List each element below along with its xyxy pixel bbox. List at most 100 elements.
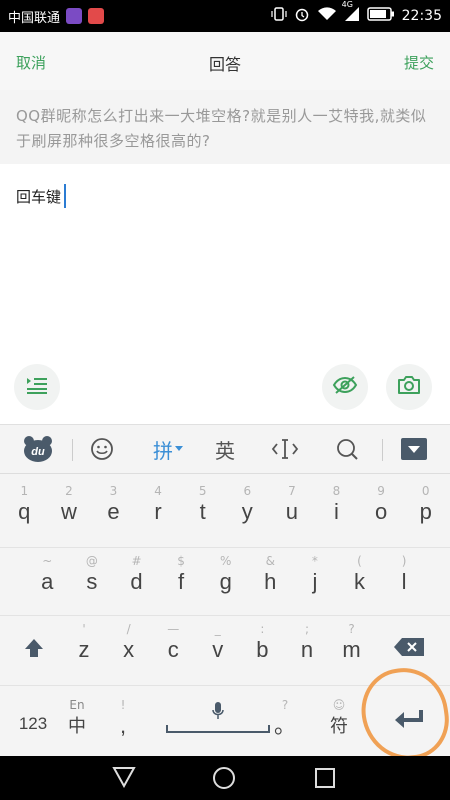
key-x[interactable]: / x (107, 621, 151, 663)
key-label: t (199, 499, 206, 524)
comma-label: , (119, 713, 127, 738)
key-i[interactable]: 8i (314, 483, 359, 525)
key-hint: ? (348, 622, 355, 636)
alarm-icon (294, 6, 310, 26)
key-w[interactable]: 2w (47, 483, 92, 525)
search-icon[interactable] (330, 425, 364, 473)
cursor-move-icon[interactable] (268, 425, 302, 473)
app-notification-icon (88, 8, 105, 24)
key-hint: / (126, 622, 131, 636)
english-mode-button[interactable]: 英 (208, 425, 242, 473)
key-h[interactable]: & h (248, 553, 293, 595)
keyboard-toolbar: du 拼 英 (0, 425, 450, 474)
key-label: z (78, 637, 90, 662)
key-y[interactable]: 6y (225, 483, 270, 525)
key-s[interactable]: @ s (70, 553, 115, 595)
key-label: k (353, 569, 365, 594)
battery-icon (366, 7, 395, 25)
key-m[interactable]: ? m (330, 621, 374, 663)
key-c[interactable]: — c (151, 621, 195, 663)
key-g[interactable]: % g (203, 553, 248, 595)
clock: 22:35 (401, 8, 442, 24)
pinyin-mode-button[interactable]: 拼 (146, 425, 190, 473)
symbols-label: 符 (330, 716, 348, 736)
key-n[interactable]: ; n (285, 621, 329, 663)
key-hint: * (311, 554, 318, 568)
key-v[interactable]: _ v (196, 621, 240, 663)
key-label: e (107, 499, 120, 524)
back-icon[interactable] (112, 766, 136, 792)
key-f[interactable]: $ f (159, 553, 204, 595)
camera-button[interactable] (386, 364, 432, 410)
key-label: g (219, 569, 232, 594)
key-label: h (264, 569, 277, 594)
camera-icon (397, 375, 421, 399)
numbers-label: 123 (18, 714, 48, 733)
key-r[interactable]: 4r (136, 483, 181, 525)
home-icon[interactable] (212, 766, 236, 794)
key-label: w (60, 499, 77, 524)
answer-text: 回车键 (16, 187, 62, 206)
shift-key[interactable] (12, 637, 56, 663)
carrier-label: 中国联通 (8, 10, 61, 26)
anonymous-button[interactable] (322, 364, 368, 410)
wifi-icon (317, 6, 337, 26)
key-e[interactable]: 3e (91, 483, 136, 525)
key-label: p (419, 499, 432, 524)
key-label: q (18, 499, 31, 524)
key-j[interactable]: * j (293, 553, 338, 595)
space-key[interactable] (166, 701, 270, 741)
period-key[interactable]: ? 。 (270, 697, 300, 739)
key-d[interactable]: # d (114, 553, 159, 595)
key-label: c (167, 637, 179, 662)
key-t[interactable]: 5t (180, 483, 225, 525)
format-list-button[interactable] (14, 364, 60, 410)
key-hint: 4 (154, 484, 162, 498)
collapse-keyboard-icon[interactable] (398, 425, 430, 473)
key-k[interactable]: (k (337, 553, 382, 595)
app-bar: 取消 回答 提交 (0, 32, 450, 90)
comma-key[interactable]: ! , (108, 697, 138, 739)
key-hint: ) (401, 554, 407, 568)
network-type-label: 4G (341, 0, 353, 9)
key-label: n (300, 637, 314, 662)
page-title: 回答 (208, 55, 241, 74)
key-hint: _ (214, 622, 221, 636)
key-b[interactable]: :b (240, 621, 284, 663)
submit-button[interactable]: 提交 (404, 52, 434, 73)
key-q[interactable]: 1q (2, 483, 47, 525)
pinyin-label: 拼 (153, 438, 173, 463)
period-hint: ? (281, 698, 289, 712)
key-l[interactable]: ) l (382, 553, 427, 595)
vibrate-icon (271, 6, 287, 26)
key-hint: ~ (42, 554, 53, 568)
svg-text:du: du (31, 446, 45, 458)
answer-input[interactable]: 回车键 (16, 184, 67, 208)
space-bar-line (166, 725, 270, 733)
key-label: d (130, 569, 143, 594)
key-hint: ; (304, 622, 310, 636)
key-a[interactable]: ~ a (25, 553, 70, 595)
key-hint: @ (85, 554, 98, 568)
key-hint: ' (82, 622, 86, 636)
emoji-icon[interactable] (86, 425, 118, 473)
symbols-key[interactable]: ☺ 符 (322, 697, 356, 739)
numbers-key[interactable]: 123 (10, 711, 56, 737)
key-z[interactable]: ' z (62, 621, 106, 663)
comma-hint: ! (120, 698, 126, 712)
key-label: o (374, 499, 388, 524)
eye-off-icon (332, 375, 358, 399)
recents-icon[interactable] (314, 767, 336, 793)
key-hint: 0 (421, 484, 430, 498)
du-logo-icon[interactable]: du (18, 425, 58, 473)
key-label: a (41, 569, 54, 594)
key-label: b (256, 637, 269, 662)
language-switch-key[interactable]: En 中 (60, 697, 94, 739)
language-hint: En (69, 698, 85, 712)
key-o[interactable]: 9o (359, 483, 404, 525)
backspace-key[interactable] (382, 637, 436, 661)
key-u[interactable]: 7u (270, 483, 315, 525)
symbols-hint: ☺ (332, 698, 346, 712)
key-hint: 7 (288, 484, 296, 498)
key-p[interactable]: 0p (403, 483, 448, 525)
